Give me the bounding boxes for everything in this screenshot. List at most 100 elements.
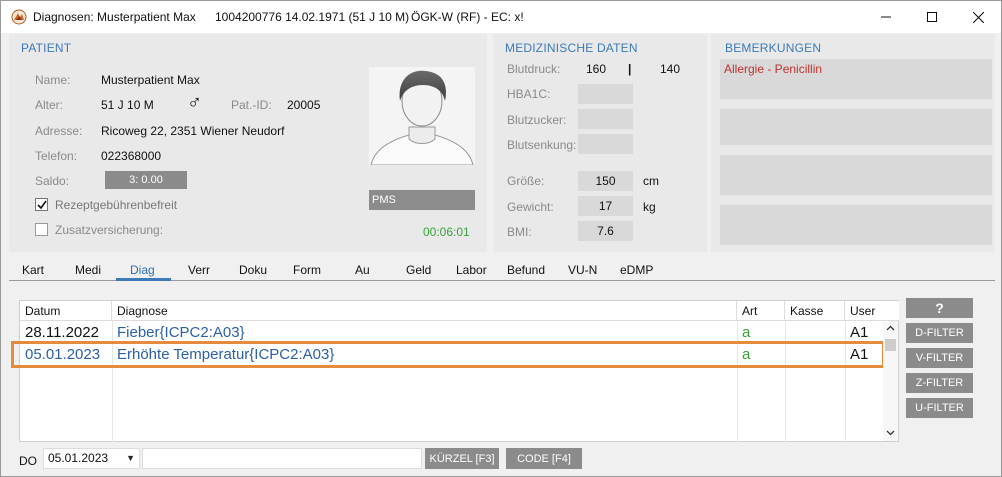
close-button[interactable] xyxy=(955,1,1001,33)
remark-field-1[interactable]: Allergie - Penicillin xyxy=(720,59,992,99)
blutsenkung-field[interactable] xyxy=(578,134,633,154)
patient-info-area: PATIENT Name: Musterpatient Max Alter: 5… xyxy=(9,34,995,254)
patient-id: 20005 xyxy=(287,98,321,112)
minimize-icon xyxy=(881,16,891,18)
scroll-thumb[interactable] xyxy=(885,339,896,351)
age-label: Alter: xyxy=(35,98,64,112)
zusatz-label: Zusatzversicherung: xyxy=(55,223,164,237)
chevron-down-icon xyxy=(886,430,895,436)
do-label: DO xyxy=(19,454,37,468)
zusatz-checkbox[interactable] xyxy=(35,223,48,236)
medical-section-title: MEDIZINISCHE DATEN xyxy=(505,41,638,55)
window-title: Diagnosen: Musterpatient Max xyxy=(33,10,196,24)
blutzucker-field[interactable] xyxy=(578,109,633,129)
selected-row-highlight xyxy=(11,341,885,368)
remark-text-1: Allergie - Penicillin xyxy=(724,62,823,76)
date-select-value: 05.01.2023 xyxy=(48,451,109,465)
checkmark-icon xyxy=(36,200,47,209)
blood-pressure-field[interactable]: 160 | 140 xyxy=(578,59,698,79)
phone-label: Telefon: xyxy=(35,149,78,163)
address-label: Adresse: xyxy=(35,124,83,138)
row-datum: 28.11.2022 xyxy=(25,324,99,341)
table-row[interactable]: 28.11.2022 Fieber{ICPC2:A03} a A1 xyxy=(20,322,884,343)
scroll-up-button[interactable] xyxy=(883,321,898,335)
date-select[interactable]: 05.01.2023 ▼ xyxy=(43,448,140,469)
row-art: a xyxy=(742,324,751,341)
blutdruck-label: Blutdruck: xyxy=(507,62,561,76)
header-diagnose[interactable]: Diagnose xyxy=(112,301,737,321)
dropdown-arrow-icon[interactable]: ▼ xyxy=(126,449,135,468)
hba1c-field[interactable] xyxy=(578,84,633,104)
title-bar: Diagnosen: Musterpatient Max 1004200776 … xyxy=(1,1,1001,33)
z-filter-button[interactable]: Z-FILTER xyxy=(906,373,973,393)
table-scrollbar[interactable] xyxy=(883,321,898,441)
tab-verr[interactable]: Verr xyxy=(188,263,210,277)
active-tab-indicator xyxy=(116,278,171,281)
tab-edmp[interactable]: eDMP xyxy=(620,263,653,277)
row-diagnose: Fieber{ICPC2:A03} xyxy=(117,324,245,341)
minimize-button[interactable] xyxy=(863,1,909,33)
tab-medi[interactable]: Medi xyxy=(75,263,101,277)
tab-doku[interactable]: Doku xyxy=(239,263,267,277)
bp-diastolic: 140 xyxy=(660,62,681,76)
header-kasse[interactable]: Kasse xyxy=(785,301,845,321)
gewicht-field[interactable]: 17 xyxy=(578,196,633,216)
maximize-button[interactable] xyxy=(909,1,955,33)
bmi-field: 7.6 xyxy=(578,221,633,241)
code-button[interactable]: CODE [F4] xyxy=(506,448,582,469)
bmi-label: BMI: xyxy=(507,225,532,239)
tab-au[interactable]: Au xyxy=(355,263,370,277)
groesse-field[interactable]: 150 xyxy=(578,171,633,191)
header-user[interactable]: User xyxy=(845,301,899,321)
remark-field-2[interactable] xyxy=(720,109,992,145)
tab-befund[interactable]: Befund xyxy=(507,263,545,277)
remark-field-3[interactable] xyxy=(720,155,992,195)
kuerzel-button[interactable]: KÜRZEL [F3] xyxy=(425,448,499,469)
tab-diag[interactable]: Diag xyxy=(130,263,155,277)
tab-kart[interactable]: Kart xyxy=(22,263,44,277)
window-insurance: ÖGK-W (RF) - EC: x! xyxy=(411,10,524,24)
tab-labor[interactable]: Labor xyxy=(456,263,487,277)
maximize-icon xyxy=(927,12,937,22)
patient-phone: 022368000 xyxy=(101,149,162,163)
remarks-section-title: BEMERKUNGEN xyxy=(725,41,822,55)
app-logo-icon xyxy=(11,9,27,25)
groesse-label: Größe: xyxy=(507,174,545,188)
v-filter-button[interactable]: V-FILTER xyxy=(906,348,973,368)
chevron-up-icon xyxy=(886,325,895,331)
d-filter-button[interactable]: D-FILTER xyxy=(906,323,973,343)
help-button[interactable]: ? xyxy=(906,298,973,318)
remarks-panel: BEMERKUNGEN Allergie - Penicillin xyxy=(711,34,995,252)
rezept-label: Rezeptgebührenbefreit xyxy=(55,198,178,212)
remark-field-4[interactable] xyxy=(720,205,992,245)
avatar-person-icon xyxy=(370,70,474,166)
hba1c-label: HBA1C: xyxy=(507,87,551,101)
patient-avatar xyxy=(369,67,475,166)
diagnosen-window: Diagnosen: Musterpatient Max 1004200776 … xyxy=(0,0,1002,477)
patient-panel: PATIENT Name: Musterpatient Max Alter: 5… xyxy=(9,34,487,252)
tab-geld[interactable]: Geld xyxy=(406,263,431,277)
session-timer: 00:06:01 xyxy=(423,225,470,239)
patient-age: 51 J 10 M xyxy=(101,98,154,112)
rezept-checkbox[interactable] xyxy=(35,198,48,211)
tab-form[interactable]: Form xyxy=(293,263,321,277)
male-gender-icon: ♂ xyxy=(187,92,202,114)
row-user: A1 xyxy=(850,324,869,341)
diagnosis-input-bar: DO 05.01.2023 ▼ KÜRZEL [F3] CODE [F4] xyxy=(9,444,995,474)
pms-bar: PMS xyxy=(369,190,475,210)
patient-address: Ricoweg 22, 2351 Wiener Neudorf xyxy=(101,124,285,138)
medical-panel: MEDIZINISCHE DATEN Blutdruck: 160 | 140 … xyxy=(493,34,707,252)
header-datum[interactable]: Datum xyxy=(20,301,112,321)
saldo-label: Saldo: xyxy=(35,174,70,188)
scroll-down-button[interactable] xyxy=(883,426,898,440)
tab-vu-n[interactable]: VU-N xyxy=(568,263,597,277)
patid-label: Pat.-ID: xyxy=(231,98,272,112)
header-art[interactable]: Art xyxy=(737,301,785,321)
saldo-value[interactable]: 3: 0.00 xyxy=(105,171,187,189)
diagnoses-table: Datum Diagnose Art Kasse User 28.11.2022… xyxy=(19,300,899,442)
diagnosis-text-input[interactable] xyxy=(142,448,422,469)
gewicht-unit: kg xyxy=(643,200,656,214)
groesse-unit: cm xyxy=(643,174,659,188)
name-label: Name: xyxy=(35,73,71,87)
u-filter-button[interactable]: U-FILTER xyxy=(906,398,973,418)
